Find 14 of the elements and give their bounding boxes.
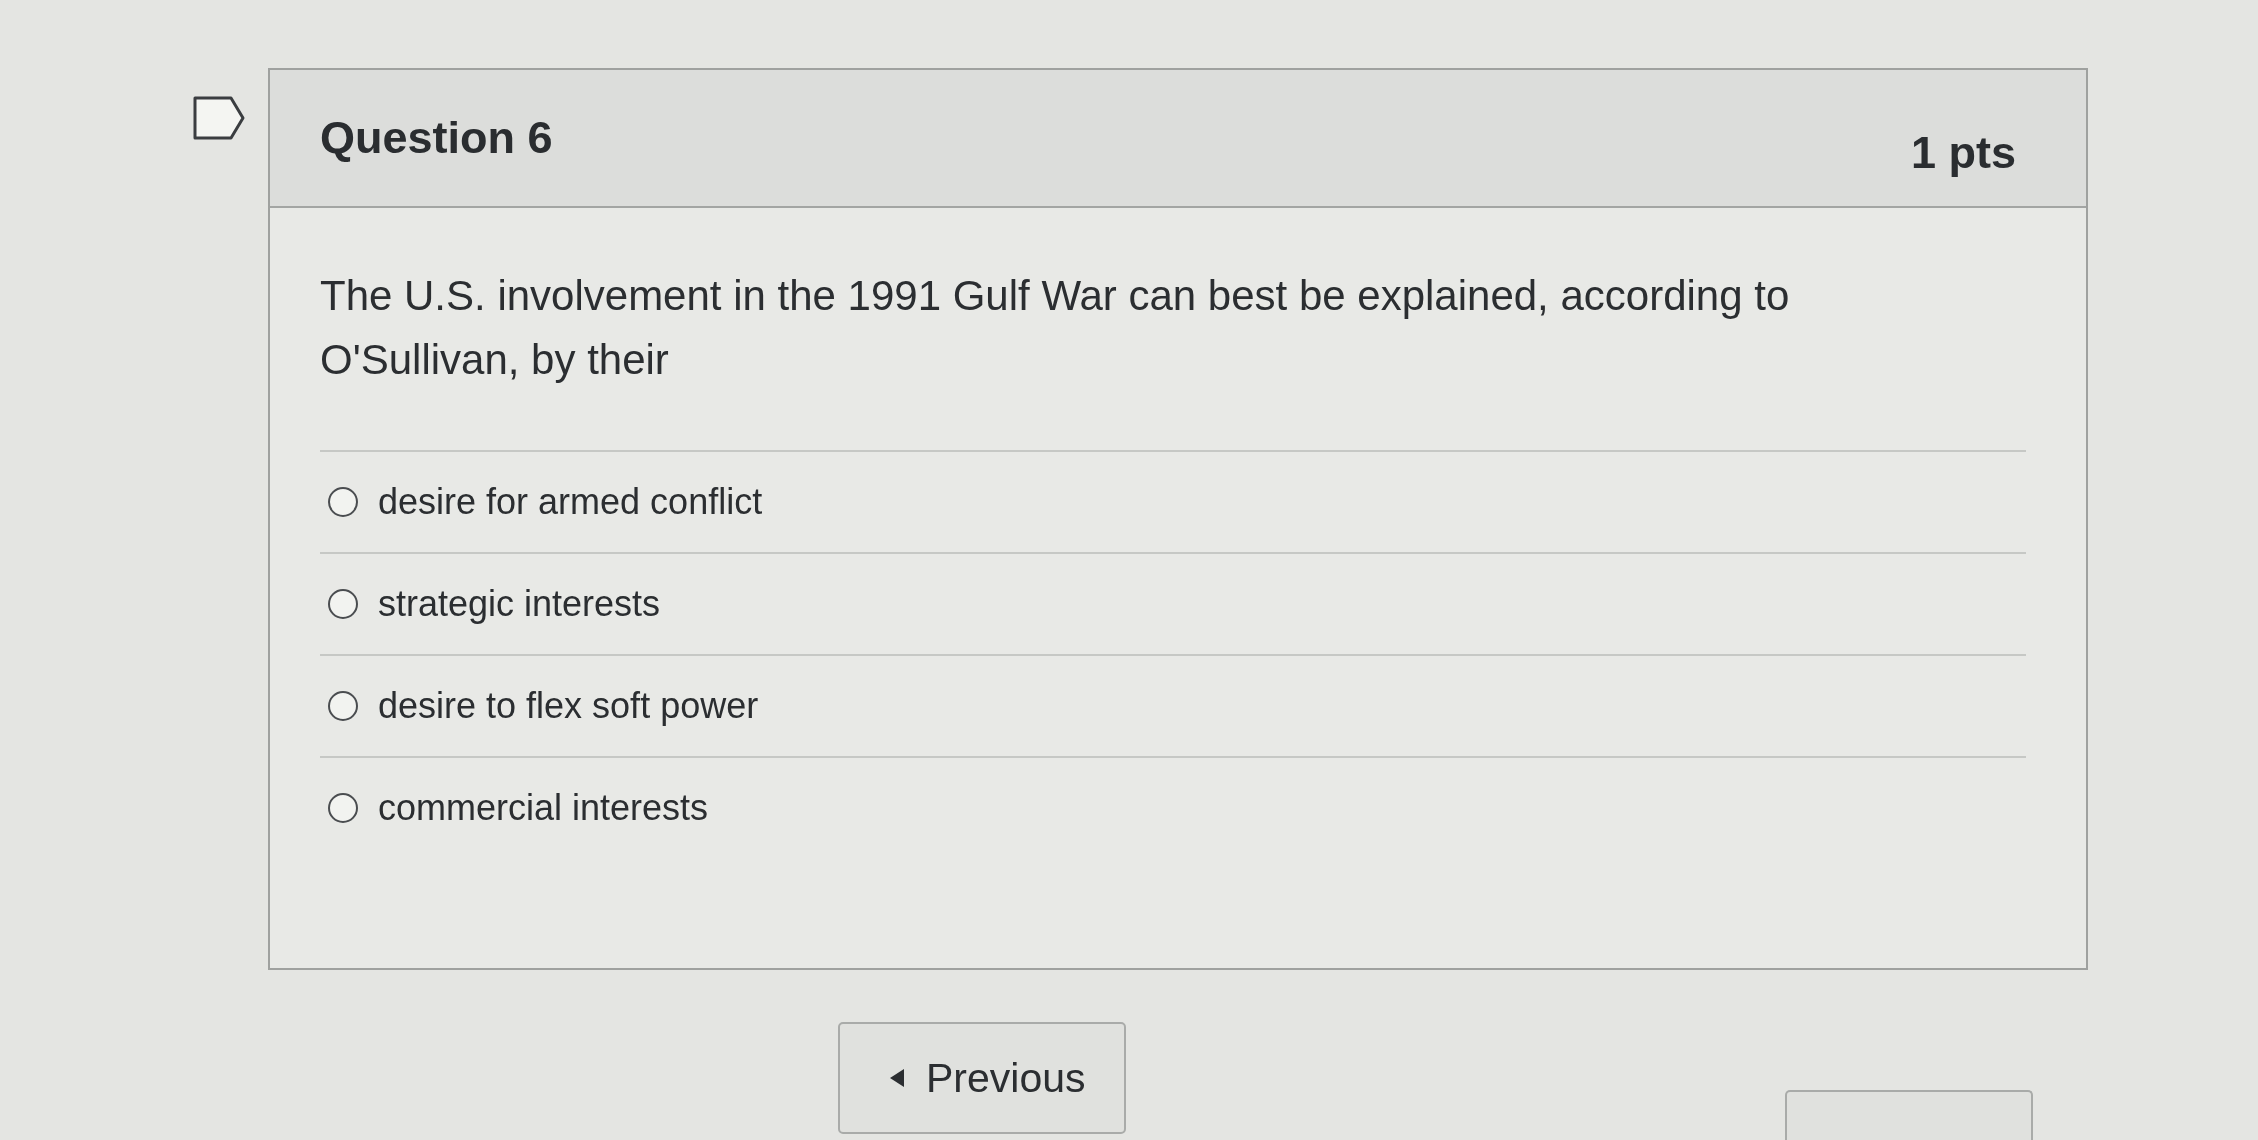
- flag-icon[interactable]: [193, 96, 245, 140]
- points-label: 1 pts: [1910, 127, 2016, 179]
- answer-option[interactable]: commercial interests: [378, 787, 709, 829]
- question-title: Question 6: [320, 112, 553, 164]
- question-text: The U.S. involvement in the 1991 Gulf War can best be explained, according to O'Sullivan, by their: [320, 271, 1791, 385]
- radio-button[interactable]: [328, 589, 358, 619]
- answer-option[interactable]: strategic interests: [378, 583, 661, 625]
- radio-button[interactable]: [328, 487, 358, 517]
- caret-left-icon: [890, 1069, 904, 1087]
- answer-option[interactable]: desire to flex soft power: [378, 685, 759, 727]
- answer-option[interactable]: desire for armed conflict: [378, 481, 763, 523]
- radio-button[interactable]: [328, 793, 358, 823]
- previous-button[interactable]: Previous: [838, 1022, 1126, 1134]
- radio-button[interactable]: [328, 691, 358, 721]
